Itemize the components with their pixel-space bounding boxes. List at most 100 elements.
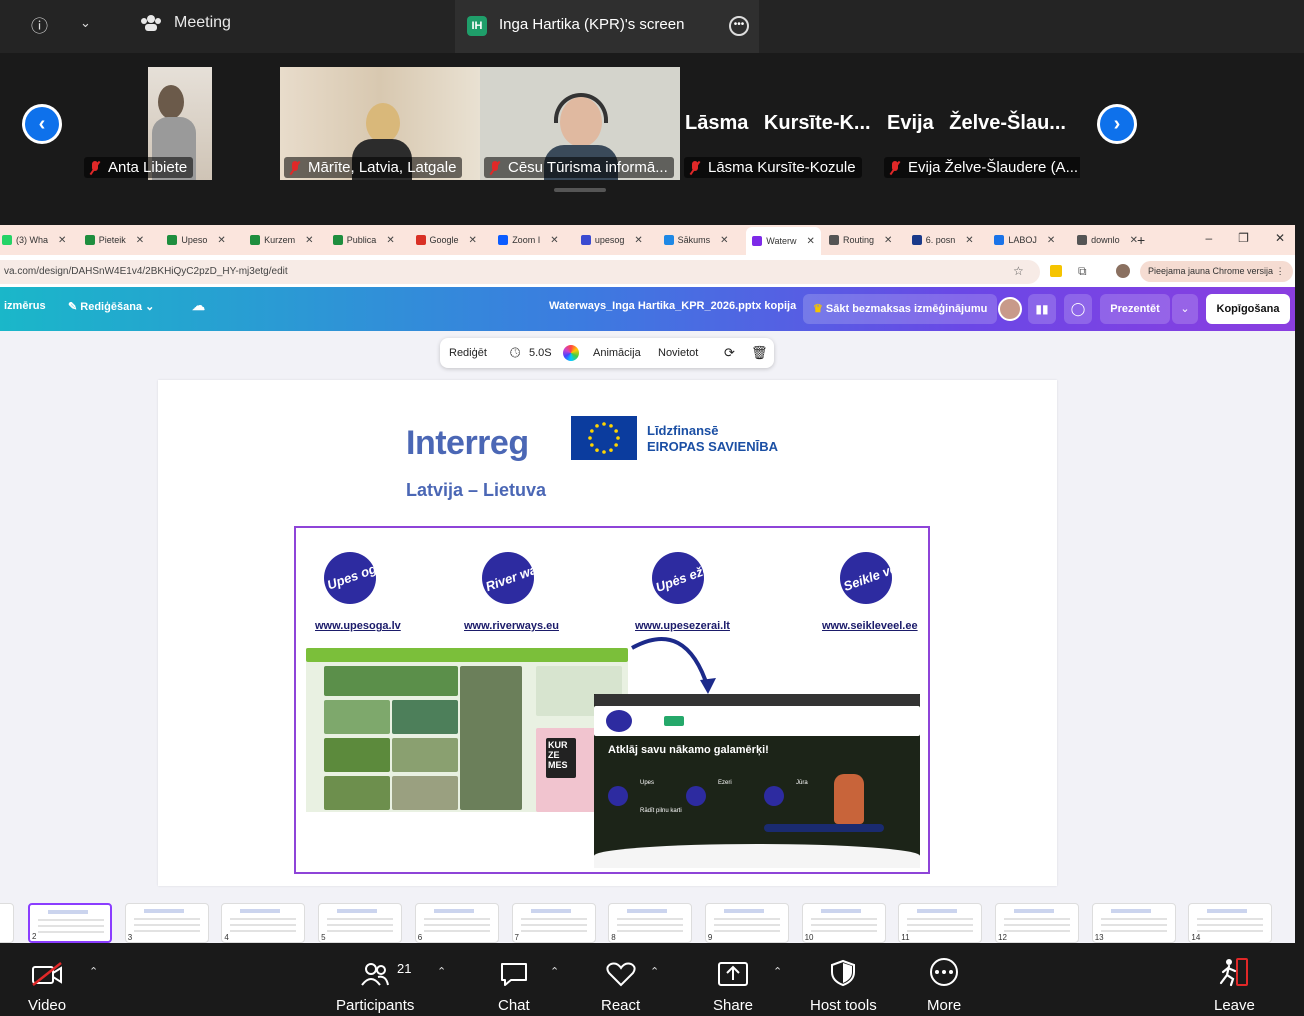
gallery-resize-handle[interactable] [554, 188, 606, 192]
partner-sites-box[interactable]: Upes oga www.upesoga.lv River ways www.r… [294, 526, 930, 874]
maximize-icon[interactable]: ❐ [1238, 231, 1249, 245]
tab-close-icon[interactable]: ✕ [884, 235, 892, 246]
slide-thumbnail[interactable]: 7 [511, 903, 596, 943]
tab-close-icon[interactable]: ✕ [305, 235, 313, 246]
free-trial-button[interactable]: ♛ Sākt bezmaksas izmēģinājumu [803, 294, 998, 324]
refresh-icon[interactable]: ⟳ [724, 345, 735, 361]
slide-thumbnail[interactable]: 3 [124, 903, 209, 943]
cloud-save-icon[interactable]: ☁ [192, 298, 205, 314]
tab-close-icon[interactable]: ✕ [550, 235, 558, 246]
participant-tile[interactable]: Cēsu Tūrisma informā... [480, 67, 680, 180]
slide-thumbnail[interactable]: 10 [801, 903, 886, 943]
comment-icon[interactable]: ◯ [1064, 294, 1092, 324]
participant-tile[interactable]: Evija Želve-Šlau... Evija Želve-Šlaudere… [880, 67, 1080, 180]
resize-button[interactable]: izmērus [4, 300, 46, 312]
more-options-icon[interactable]: ••• [729, 16, 749, 36]
analytics-icon[interactable]: ▮▮ [1028, 294, 1056, 324]
browser-tab[interactable]: Upeso ✕ [167, 231, 226, 249]
browser-tab[interactable]: Kurzem ✕ [250, 231, 314, 249]
participant-tile[interactable]: Anta Libiete [80, 67, 280, 180]
share-screen-button[interactable]: Share [713, 957, 753, 1014]
browser-tab[interactable]: upesog ✕ [580, 231, 643, 249]
trash-icon[interactable]: 🗑︎ [751, 345, 768, 361]
leave-button[interactable]: Leave [1214, 957, 1255, 1014]
browser-tab[interactable]: Google ✕ [415, 231, 477, 249]
tab-close-icon[interactable]: ✕ [386, 235, 394, 246]
browser-tab[interactable]: LABOJ ✕ [994, 231, 1055, 249]
slide-thumbnail[interactable]: 11 [898, 903, 983, 943]
react-button[interactable]: React [601, 957, 640, 1014]
puzzle-icon[interactable]: ⧉ [1078, 264, 1087, 279]
slide-thumbnail[interactable]: 14 [1188, 903, 1273, 943]
share-options-caret[interactable]: ⌃ [773, 965, 782, 978]
edit-button[interactable]: Rediģēt [449, 347, 487, 359]
browser-tab[interactable]: Waterw ✕ [746, 227, 821, 255]
participant-tile[interactable]: Lāsma Kursīte-K... Lāsma Kursīte-Kozule [680, 67, 880, 180]
url-field[interactable]: va.com/design/DAHSnW4E1v4/2BKHiQyC2pzD_H… [0, 260, 1040, 284]
color-wheel-icon[interactable] [563, 345, 579, 361]
tab-close-icon[interactable]: ✕ [136, 235, 144, 246]
chevron-down-icon[interactable]: ⌄ [80, 15, 91, 31]
slide-thumbnail[interactable]: 6 [414, 903, 499, 943]
chat-options-caret[interactable]: ⌃ [550, 965, 559, 978]
browser-tab[interactable]: Routing ✕ [829, 231, 892, 249]
chat-button[interactable]: Chat [498, 957, 530, 1014]
browser-tab[interactable]: Sākums ✕ [663, 231, 729, 249]
share-button[interactable]: Kopīgošana [1206, 294, 1290, 324]
position-button[interactable]: Novietot [658, 347, 698, 359]
slide-thumbnail[interactable]: 5 [318, 903, 403, 943]
tab-close-icon[interactable]: ✕ [1047, 235, 1055, 246]
host-tools-button[interactable]: Host tools [810, 957, 877, 1014]
new-tab-icon[interactable]: + [1137, 231, 1145, 249]
info-icon[interactable]: ⓘ [31, 12, 48, 37]
slide-canvas[interactable]: Interreg Līdzfinansē EIROPAS SAVIENĪBA L… [158, 380, 1057, 886]
tab-close-icon[interactable]: ✕ [58, 235, 66, 246]
star-icon[interactable]: ☆ [1013, 264, 1024, 278]
react-options-caret[interactable]: ⌃ [650, 965, 659, 978]
present-button[interactable]: Prezentēt [1100, 294, 1170, 324]
participants-options-caret[interactable]: ⌃ [437, 965, 446, 978]
gallery-prev-button[interactable]: ‹ [22, 104, 62, 144]
slide-thumbnail[interactable]: 8 [608, 903, 693, 943]
slide-thumbnail[interactable]: 12 [995, 903, 1079, 943]
more-button[interactable]: More [927, 957, 961, 1014]
tab-close-icon[interactable]: ✕ [469, 235, 477, 246]
user-avatar[interactable] [998, 297, 1022, 321]
slide-thumbnail[interactable]: 13 [1091, 903, 1176, 943]
browser-tab[interactable]: Publica ✕ [332, 231, 395, 249]
minimize-icon[interactable]: – [1205, 231, 1212, 245]
chrome-update-button[interactable]: Pieejama jauna Chrome versija ⋮ [1140, 261, 1293, 282]
screen-share-tab[interactable]: IH Inga Hartika (KPR)'s screen ••• [455, 0, 759, 53]
slide-thumbnail[interactable]: 2 [28, 903, 112, 943]
participant-tile[interactable]: Mārīte, Latvia, Latgale [280, 67, 480, 180]
extension-icon[interactable] [1050, 265, 1062, 277]
video-options-caret[interactable]: ⌃ [89, 965, 98, 978]
browser-tab[interactable]: (3) Wha ✕ [2, 231, 66, 249]
close-window-icon[interactable]: ✕ [1275, 231, 1285, 245]
partner-link[interactable]: www.seikleveel.ee [822, 620, 918, 632]
meeting-tab[interactable]: Meeting [140, 14, 231, 32]
browser-tab[interactable]: Zoom I ✕ [498, 231, 559, 249]
tab-close-icon[interactable]: ✕ [720, 235, 728, 246]
partner-link[interactable]: www.upesoga.lv [315, 620, 401, 632]
tab-close-icon[interactable]: ✕ [806, 236, 814, 247]
tab-close-icon[interactable]: ✕ [217, 235, 225, 246]
tab-close-icon[interactable]: ✕ [965, 235, 973, 246]
tab-close-icon[interactable]: ✕ [634, 235, 642, 246]
slide-thumbnail[interactable]: 4 [221, 903, 306, 943]
duration-button[interactable]: 5.0S [529, 347, 552, 359]
partner-link[interactable]: www.riverways.eu [464, 620, 559, 632]
slide-thumbnail[interactable]: 9 [704, 903, 789, 943]
profile-avatar[interactable] [1116, 264, 1130, 278]
slide-thumbnail[interactable] [0, 903, 14, 943]
browser-tab[interactable]: Pieteik ✕ [84, 231, 144, 249]
gallery-next-button[interactable]: › [1097, 104, 1137, 144]
animation-button[interactable]: Animācija [593, 347, 641, 359]
browser-tab[interactable]: 6. posn ✕ [911, 231, 974, 249]
browser-tab[interactable]: downlo ✕ [1077, 231, 1138, 249]
clock-icon[interactable]: 🕓︎ [510, 345, 520, 361]
video-button[interactable]: Video [28, 957, 66, 1014]
editing-menu[interactable]: ✎ Rediģēšana ⌄ [68, 300, 154, 313]
document-title[interactable]: Waterways_Inga Hartika_KPR_2026.pptx kop… [549, 300, 796, 312]
present-dropdown-button[interactable]: ⌄ [1172, 294, 1198, 324]
